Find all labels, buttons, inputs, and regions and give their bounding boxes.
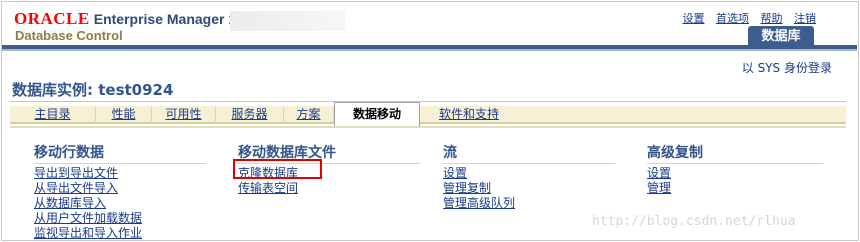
tab-schema[interactable]: 方案 [284, 106, 334, 124]
subtab-bar: 主目录 性能 可用性 服务器 方案 数据移动 软件和支持 [10, 102, 846, 128]
global-link-settings[interactable]: 设置 [683, 12, 705, 25]
tab-performance[interactable]: 性能 [96, 106, 152, 124]
link-streams-setup[interactable]: 设置 [443, 166, 615, 181]
link-import-from-database[interactable]: 从数据库导入 [34, 196, 206, 211]
login-info: 以 SYS 身份登录 [741, 61, 832, 75]
section-title: 高级复制 [647, 142, 823, 164]
link-transport-tablespaces[interactable]: 传输表空间 [238, 181, 420, 196]
link-manage-replication[interactable]: 管理复制 [443, 181, 615, 196]
tab-home[interactable]: 主目录 [10, 106, 96, 124]
database-control-subtitle: Database Control [15, 28, 123, 43]
section-move-row-data: 移动行数据 导出到导出文件 从导出文件导入 从数据库导入 从用户文件加载数据 监… [34, 142, 206, 241]
link-replication-manage[interactable]: 管理 [647, 181, 823, 196]
oracle-logo: ORACLE [14, 9, 90, 28]
product-name-text: Enterprise Manager 11 [93, 11, 244, 27]
link-manage-advanced-queues[interactable]: 管理高级队列 [443, 196, 615, 211]
page-title: 数据库实例: test0924 [12, 81, 174, 99]
header-fade-bar [230, 11, 345, 31]
tab-software-and-support[interactable]: 软件和支持 [426, 106, 512, 124]
section-links: 导出到导出文件 从导出文件导入 从数据库导入 从用户文件加载数据 监视导出和导入… [34, 166, 206, 241]
tab-data-movement[interactable]: 数据移动 [334, 102, 420, 126]
section-streams: 流 设置 管理复制 管理高级队列 [443, 142, 615, 211]
oracle-brand: ORACLEEnterprise Manager 11g [14, 9, 251, 29]
link-replication-setup[interactable]: 设置 [647, 166, 823, 181]
link-load-data-from-user-files[interactable]: 从用户文件加载数据 [34, 211, 206, 226]
global-link-preferences[interactable]: 首选项 [716, 12, 749, 25]
global-links: 设置 首选项 帮助 注销 [675, 10, 817, 26]
subtab-underline [10, 126, 846, 128]
link-monitor-export-import-jobs[interactable]: 监视导出和导入作业 [34, 226, 206, 241]
global-link-help[interactable]: 帮助 [761, 12, 783, 25]
link-import-from-export-files[interactable]: 从导出文件导入 [34, 181, 206, 196]
section-title: 移动行数据 [34, 142, 206, 164]
section-links: 设置 管理复制 管理高级队列 [443, 166, 615, 211]
tab-server[interactable]: 服务器 [216, 106, 284, 124]
section-links: 设置 管理 [647, 166, 823, 196]
tab-availability[interactable]: 可用性 [152, 106, 216, 124]
link-export-to-export-files[interactable]: 导出到导出文件 [34, 166, 206, 181]
global-link-logout[interactable]: 注销 [794, 12, 816, 25]
section-title: 流 [443, 142, 615, 164]
product-name: Enterprise Manager 11g [93, 11, 251, 28]
section-advanced-replication: 高级复制 设置 管理 [647, 142, 823, 196]
clone-database-highlight [233, 159, 322, 179]
watermark: http://blog.csdn.net/rlhua [592, 214, 796, 229]
header-rule-shadow [2, 49, 857, 51]
